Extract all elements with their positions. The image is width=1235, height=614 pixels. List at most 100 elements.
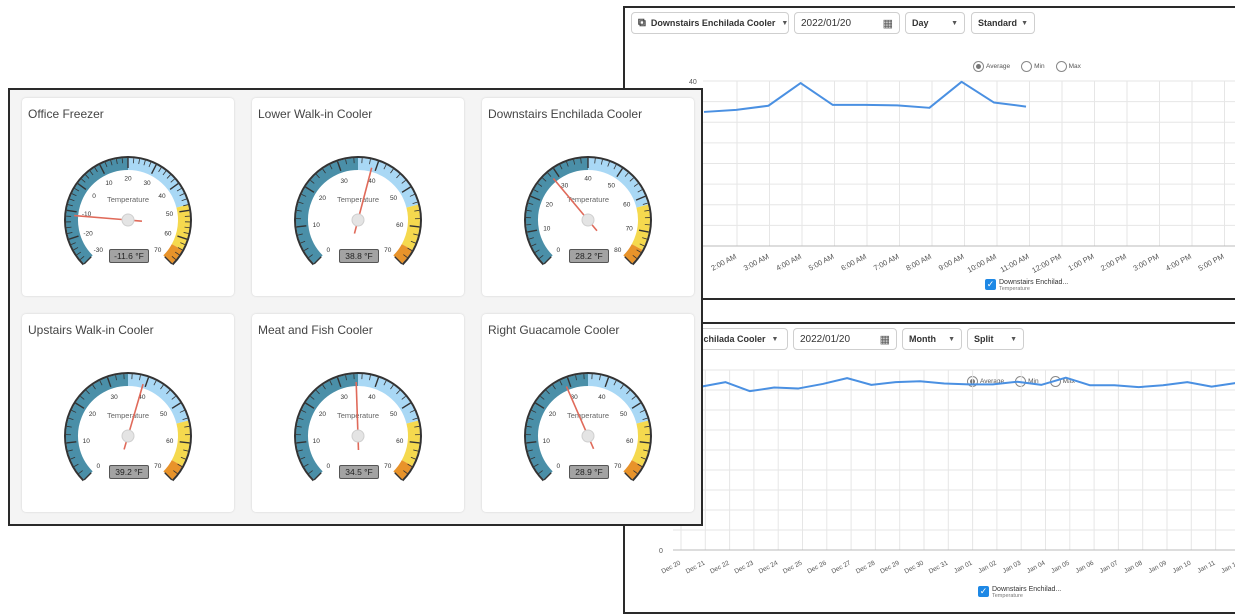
x-tick-label: 2:00 AM: [709, 252, 738, 273]
x-tick-label: 11:00 AM: [999, 252, 1031, 275]
gauge-tick-label: 0: [326, 463, 330, 470]
gauge-tick-label: 10: [105, 180, 113, 187]
x-tick-label: 6:00 AM: [839, 252, 868, 273]
x-tick-label: Jan 08: [1123, 559, 1144, 575]
gauge-tick-label: 10: [313, 438, 321, 445]
gauge-label: Temperature: [107, 411, 149, 420]
gauge-tick-label: 10: [543, 438, 551, 445]
x-tick-label: Jan 05: [1050, 559, 1071, 575]
x-tick-label: Dec 27: [831, 559, 853, 575]
gauge-tick-label: 0: [556, 463, 560, 470]
gauge-tick-label: 30: [341, 178, 349, 185]
x-tick-label: Dec 25: [782, 559, 804, 575]
gauge-tick-label: 40: [368, 394, 376, 401]
temperature-gauge: 01020304050607080Temperature: [482, 98, 694, 296]
gauge-tick-label: 60: [626, 438, 634, 445]
x-tick-label: Jan 12: [1220, 559, 1235, 575]
gauge-tick-label: -20: [83, 230, 93, 237]
x-tick-label: Jan 03: [1002, 559, 1023, 575]
gauge-tick-label: 20: [319, 195, 327, 202]
x-tick-label: Jan 09: [1147, 559, 1168, 575]
gauge-tick-label: 50: [160, 411, 168, 418]
x-tick-label: Dec 29: [879, 559, 901, 575]
gauge-tick-label: 10: [543, 226, 551, 233]
x-tick-label: 3:00 AM: [742, 252, 771, 273]
legend-label: Downstairs Enchilad...: [992, 586, 1061, 593]
legend-checkbox[interactable]: ✓: [978, 586, 989, 597]
gauge-tick-label: 0: [326, 247, 330, 254]
gauge-tick-label: 70: [384, 247, 392, 254]
gauge-tick-label: 60: [164, 230, 172, 237]
gauge-label: Temperature: [107, 195, 149, 204]
gauge-tick-label: 40: [584, 176, 592, 183]
x-tick-label: Dec 30: [903, 559, 925, 575]
gauge-card[interactable]: Office Freezer -30-20-10010203040506070T…: [22, 98, 234, 296]
gauge-tick-label: 20: [549, 411, 557, 418]
gauge-tick-label: 0: [96, 463, 100, 470]
gauge-tick-label: 30: [143, 180, 151, 187]
series-line[interactable]: [704, 82, 1026, 112]
gauge-band-warm: [637, 206, 644, 247]
gauge-tick-label: 50: [166, 211, 174, 218]
gauge-tick-label: 30: [341, 394, 349, 401]
x-tick-label: Dec 23: [733, 559, 755, 575]
gauge-label: Temperature: [567, 411, 609, 420]
x-tick-label: 7:00 AM: [872, 252, 901, 273]
x-tick-label: Jan 01: [953, 559, 974, 575]
gauge-card[interactable]: Downstairs Enchilada Cooler 010203040506…: [482, 98, 694, 296]
y-tick-label: 0: [659, 548, 663, 555]
chart-legend[interactable]: ✓ Downstairs Enchilad... Temperature: [985, 279, 1068, 292]
legend-checkbox[interactable]: ✓: [985, 279, 996, 290]
gauge-hub: [352, 430, 364, 442]
legend-sublabel: Temperature: [999, 286, 1068, 292]
gauge-tick-label: 40: [158, 193, 166, 200]
gauge-card[interactable]: Lower Walk-in Cooler 010203040506070Temp…: [252, 98, 464, 296]
legend-label: Downstairs Enchilad...: [999, 279, 1068, 286]
gauge-tick-label: 60: [623, 201, 631, 208]
gauge-tick-label: 50: [608, 183, 616, 190]
x-tick-label: 5:00 AM: [807, 252, 836, 273]
day-line-chart: 2:00 AM3:00 AM4:00 AM5:00 AM6:00 AM7:00 …: [625, 8, 1235, 300]
gauge-tick-label: 10: [83, 438, 91, 445]
x-tick-label: 10:00 AM: [966, 252, 998, 275]
gauge-tick-label: 60: [396, 438, 404, 445]
gauge-readout: 38.8 °F: [339, 249, 379, 263]
gauge-tick-label: 50: [390, 411, 398, 418]
gauge-band-hot: [398, 247, 407, 260]
gauge-readout: 34.5 °F: [339, 465, 379, 479]
gauge-tick-label: 20: [89, 411, 97, 418]
gauge-tick-label: 20: [319, 411, 327, 418]
x-tick-label: Jan 07: [1099, 559, 1120, 575]
gauge-band-hot: [168, 463, 177, 476]
gauge-tick-label: 20: [124, 176, 132, 183]
legend-sublabel: Temperature: [992, 593, 1061, 599]
gauge-card[interactable]: Upstairs Walk-in Cooler 010203040506070T…: [22, 314, 234, 512]
gauge-band-hot: [398, 463, 407, 476]
x-tick-label: Dec 24: [758, 559, 780, 575]
gauge-tick-label: 40: [598, 394, 606, 401]
gauge-band-hot: [168, 247, 177, 260]
x-tick-label: Jan 06: [1075, 559, 1096, 575]
gauge-tick-label: -30: [94, 247, 104, 254]
gauge-tick-label: 10: [313, 222, 321, 229]
gauge-tick-label: 60: [166, 438, 174, 445]
x-tick-label: 5:00 PM: [1197, 252, 1226, 273]
series-line[interactable]: [677, 378, 1235, 392]
x-tick-label: Jan 10: [1172, 559, 1193, 575]
x-tick-label: Dec 21: [685, 559, 707, 575]
chart-legend[interactable]: ✓ Downstairs Enchilad... Temperature: [978, 586, 1061, 599]
month-line-chart: Dec 20Dec 21Dec 22Dec 23Dec 24Dec 25Dec …: [625, 324, 1235, 614]
x-tick-label: Dec 22: [709, 559, 731, 575]
gauge-tick-label: 70: [154, 463, 162, 470]
gauge-tick-label: 30: [111, 394, 119, 401]
x-tick-label: Dec 28: [855, 559, 877, 575]
gauge-tick-label: 20: [546, 201, 554, 208]
x-tick-label: Jan 02: [977, 559, 998, 575]
gauge-tick-label: 0: [92, 193, 96, 200]
gauge-tick-label: 50: [390, 195, 398, 202]
x-tick-label: 2:00 PM: [1099, 252, 1128, 273]
gauge-card[interactable]: Right Guacamole Cooler 010203040506070Te…: [482, 314, 694, 512]
gauge-card[interactable]: Meat and Fish Cooler 010203040506070Temp…: [252, 314, 464, 512]
x-tick-label: 12:00 PM: [1030, 252, 1063, 275]
gauge-tick-label: 0: [556, 247, 560, 254]
